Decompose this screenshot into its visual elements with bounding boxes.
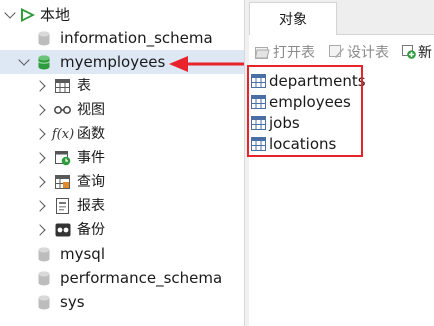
tree-node-backups[interactable]: 备份 <box>0 218 244 242</box>
tree-node-label: 表 <box>77 78 91 94</box>
open-table-icon <box>255 45 270 59</box>
annotation-arrow <box>169 56 246 72</box>
tree-db-sys[interactable]: sys <box>0 290 244 314</box>
tree-node-label: 视图 <box>77 102 105 118</box>
tree-node-label: 报表 <box>77 198 105 214</box>
database-icon <box>38 31 50 46</box>
tab-bar: 对象 <box>249 0 434 35</box>
chevron-right-icon[interactable] <box>34 152 46 164</box>
tree-node-label: 函数 <box>77 126 105 142</box>
tree-node-views[interactable]: 视图 <box>0 98 244 122</box>
tree-node-reports[interactable]: 报表 <box>0 194 244 218</box>
open-table-button[interactable]: 打开表 <box>255 38 315 66</box>
tree-db-label: myemployees <box>60 53 166 71</box>
tree-node-queries[interactable]: 查询 <box>0 170 244 194</box>
tree-connection[interactable]: 本地 <box>0 3 244 27</box>
view-icon <box>54 105 71 115</box>
tree-db-label: mysql <box>60 245 105 263</box>
tree-node-label: 备份 <box>77 222 105 238</box>
chevron-down-icon[interactable] <box>4 7 16 19</box>
tree-node-tables[interactable]: 表 <box>0 74 244 98</box>
annotation-box <box>247 65 363 157</box>
tree-db-mysql[interactable]: mysql <box>0 242 244 266</box>
tree-db-performance-schema[interactable]: performance_schema <box>0 266 244 290</box>
chevron-right-icon[interactable] <box>34 176 46 188</box>
tree-node-functions[interactable]: f(x) 函数 <box>0 122 244 146</box>
report-icon <box>56 198 69 214</box>
tree-db-label: information_schema <box>60 29 213 47</box>
tree-node-label: 事件 <box>77 150 105 166</box>
connection-icon <box>20 7 36 23</box>
tree-db-label: performance_schema <box>60 269 223 287</box>
tree-connection-label: 本地 <box>40 6 71 24</box>
tab-label: 对象 <box>279 12 307 28</box>
chevron-right-icon[interactable] <box>34 224 46 236</box>
tree-node-label: 查询 <box>77 174 105 190</box>
tab-objects[interactable]: 对象 <box>249 2 337 35</box>
new-table-button[interactable]: 新 <box>402 38 432 66</box>
database-icon <box>38 295 50 310</box>
chevron-right-icon[interactable] <box>34 200 46 212</box>
navigation-tree: 本地 information_schema myemployees 表 视图 f… <box>0 0 244 326</box>
database-icon <box>38 247 50 262</box>
add-icon <box>402 45 416 59</box>
tree-node-events[interactable]: 事件 <box>0 146 244 170</box>
object-toolbar: 打开表 设计表 新 <box>249 38 434 66</box>
event-icon <box>55 150 71 166</box>
chevron-right-icon[interactable] <box>34 128 46 140</box>
backup-icon <box>55 223 71 237</box>
chevron-right-icon[interactable] <box>34 104 46 116</box>
design-table-icon <box>329 45 344 59</box>
database-open-icon <box>38 55 50 70</box>
chevron-right-icon[interactable] <box>34 80 46 92</box>
object-pane: 对象 打开表 设计表 新 <box>249 0 434 326</box>
design-table-button[interactable]: 设计表 <box>329 38 389 66</box>
database-icon <box>38 271 50 286</box>
table-icon <box>55 79 70 93</box>
tree-db-label: sys <box>60 293 85 311</box>
tree-db-information-schema[interactable]: information_schema <box>0 26 244 50</box>
chevron-down-icon[interactable] <box>18 54 30 66</box>
query-icon <box>55 175 70 189</box>
function-icon: f(x) <box>51 126 75 142</box>
